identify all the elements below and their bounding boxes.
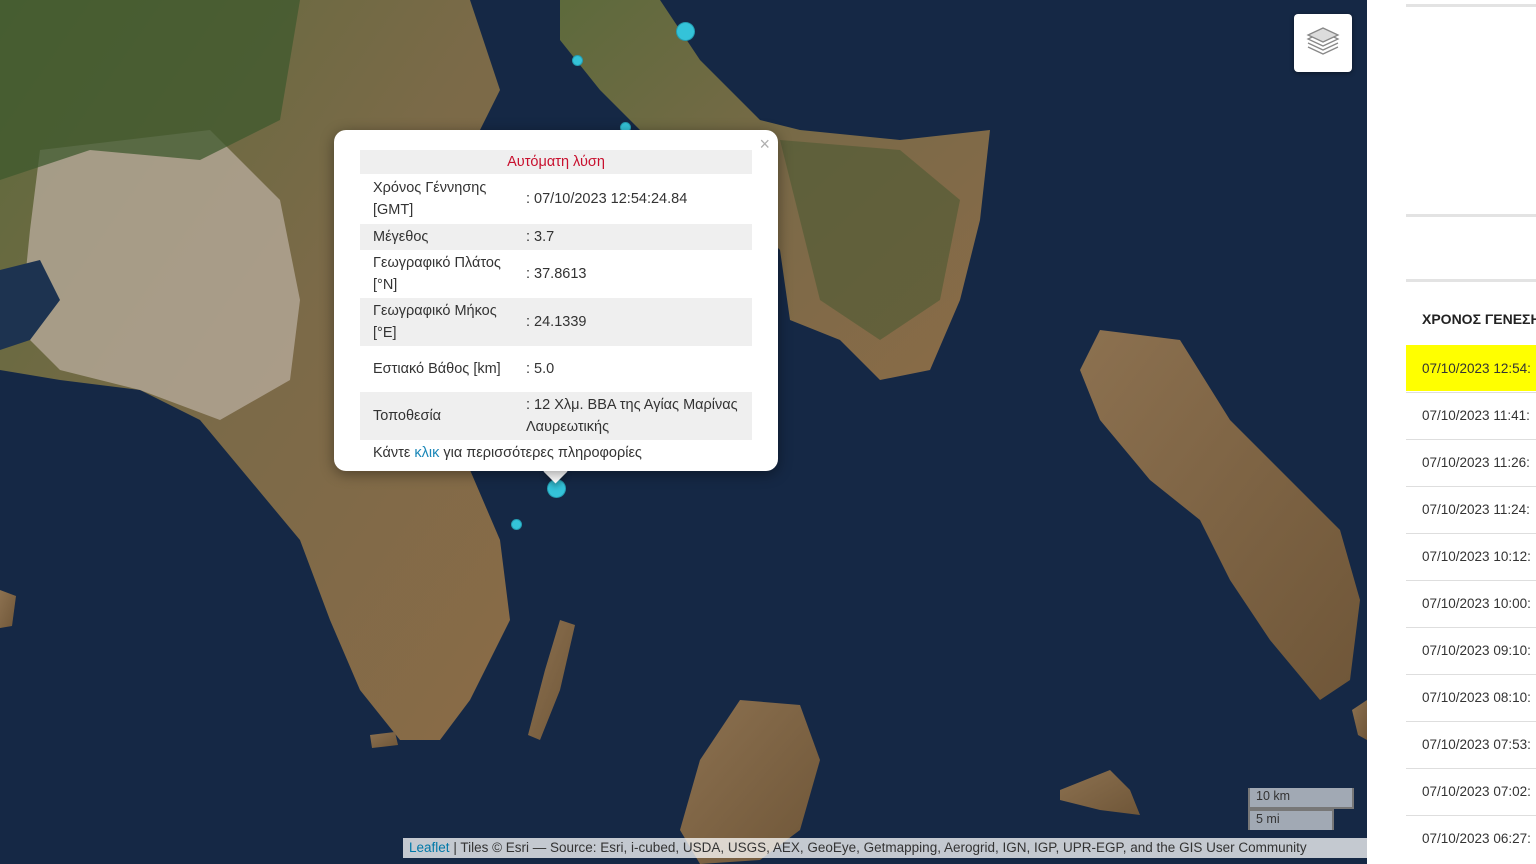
more-info-prefix: Κάντε (373, 445, 411, 461)
detail-value: : 37.8613 (526, 266, 587, 282)
earthquake-list-row[interactable]: 07/10/2023 08:10: (1406, 674, 1536, 720)
scale-mi: 5 mi (1248, 809, 1334, 830)
detail-label: Χρόνος Γέννησης [GMT] (373, 180, 487, 218)
detail-label: Γεωγραφικό Μήκος [°E] (360, 298, 523, 346)
divider (1406, 4, 1536, 7)
earthquake-list-row[interactable]: 07/10/2023 10:12: (1406, 533, 1536, 579)
earthquake-list-row[interactable]: 07/10/2023 07:02: (1406, 768, 1536, 814)
layers-control-button[interactable] (1294, 14, 1352, 72)
earthquake-list-row[interactable]: 07/10/2023 11:26: (1406, 439, 1536, 485)
detail-value: : 24.1339 (523, 298, 752, 346)
earthquake-list-row[interactable]: 07/10/2023 12:54: (1406, 345, 1536, 391)
earthquake-list-panel: ΧΡΟΝΟΣ ΓΕΝΕΣΗ 07/10/2023 12:54: 07/10/202… (1367, 0, 1536, 864)
detail-label: Γεωγραφικό Πλάτος [°N] (373, 255, 501, 293)
close-icon[interactable]: × (759, 134, 770, 154)
earthquake-popup: × Αυτόματη λύση Χρόνος Γέννησης [GMT] : 0… (334, 130, 778, 471)
popup-header: Αυτόματη λύση (360, 150, 752, 174)
detail-label: Εστιακό Βάθος [km] (373, 361, 501, 377)
detail-label: Μέγεθος (360, 224, 523, 250)
divider (1406, 279, 1536, 282)
earthquake-marker[interactable] (676, 22, 695, 41)
more-info-link[interactable]: κλικ (414, 445, 439, 461)
earthquake-list-row[interactable]: 07/10/2023 09:10: (1406, 627, 1536, 673)
leaflet-link[interactable]: Leaflet (409, 840, 450, 855)
earthquake-details-table: Αυτόματη λύση Χρόνος Γέννησης [GMT] : 07/… (360, 150, 752, 466)
earthquake-marker[interactable] (572, 55, 583, 66)
detail-value: : 3.7 (523, 224, 752, 250)
divider (1406, 214, 1536, 217)
map-attribution: Leaflet | Tiles © Esri — Source: Esri, i… (403, 838, 1367, 858)
more-info-line: Κάντε κλικ για περισσότερες πληροφορίες (360, 440, 752, 466)
earthquake-list-row[interactable]: 07/10/2023 11:41: (1406, 392, 1536, 438)
scale-km: 10 km (1248, 788, 1354, 809)
detail-value: : 12 Χλμ. ΒΒΑ της Αγίας Μαρίνας Λαυρεωτι… (523, 392, 752, 440)
earthquake-list-row[interactable]: 07/10/2023 06:27: (1406, 815, 1536, 861)
layers-icon (1305, 24, 1341, 63)
map[interactable]: × Αυτόματη λύση Χρόνος Γέννησης [GMT] : 0… (0, 0, 1367, 864)
earthquake-marker[interactable] (511, 519, 522, 530)
column-header-origin-time[interactable]: ΧΡΟΝΟΣ ΓΕΝΕΣΗ (1422, 311, 1536, 327)
earthquake-list-row[interactable]: 07/10/2023 07:53: (1406, 721, 1536, 767)
earthquake-list-row[interactable]: 07/10/2023 10:00: (1406, 580, 1536, 626)
earthquake-list-row[interactable]: 07/10/2023 11:24: (1406, 486, 1536, 532)
detail-value: : 07/10/2023 12:54:24.84 (526, 191, 688, 207)
detail-value: : 5.0 (526, 361, 555, 377)
tiles-credit: | Tiles © Esri — Source: Esri, i-cubed, … (453, 840, 1307, 855)
more-info-suffix: για περισσότερες πληροφορίες (443, 445, 642, 461)
detail-label: Τοποθεσία (360, 392, 523, 440)
